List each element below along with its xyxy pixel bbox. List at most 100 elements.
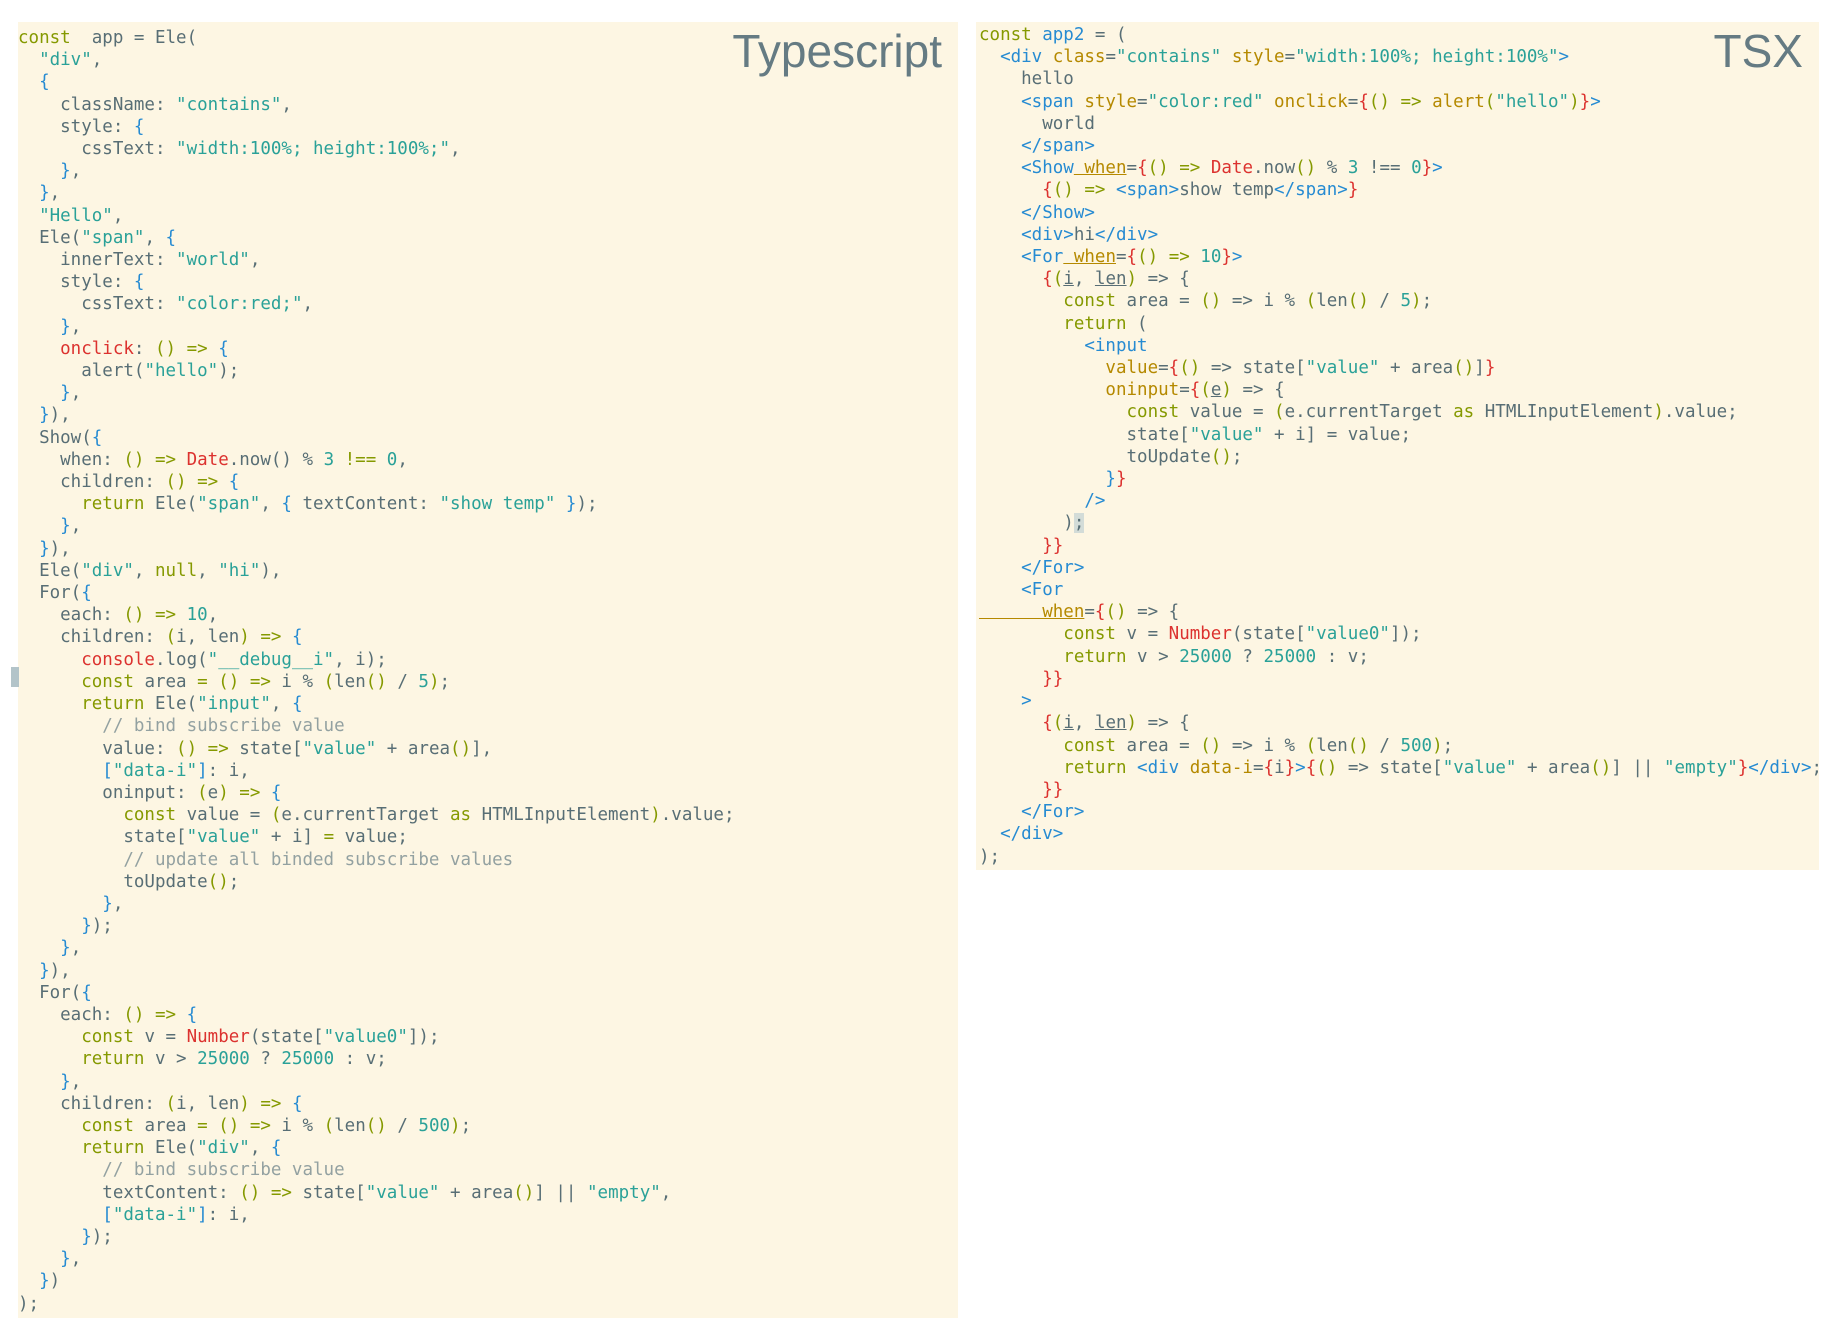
code-token: () <box>1316 757 1338 778</box>
code-token: { <box>91 427 103 448</box>
code-token: console <box>18 649 155 670</box>
code-token: , <box>133 560 155 581</box>
code-token: "input" <box>197 694 271 715</box>
code-token: } <box>1737 757 1749 778</box>
code-line: oninput={(e) => { <box>979 379 1819 401</box>
code-line: onclick: () => { <box>18 338 958 360</box>
code-token: alert <box>1421 91 1485 112</box>
tsx-code-pane[interactable]: TSX const app2 = ( <div class="contains"… <box>976 22 1819 870</box>
code-token: , <box>70 1249 82 1270</box>
code-token: Ele( <box>18 560 82 581</box>
code-token: } <box>1484 358 1496 379</box>
code-token: data-i <box>1179 757 1253 778</box>
code-token: , <box>249 1138 271 1159</box>
code-token: app = Ele( <box>70 28 198 48</box>
code-token: 3 <box>323 449 335 470</box>
code-token: "empty" <box>587 1182 661 1203</box>
code-token: = <box>1115 247 1127 268</box>
code-line: </For> <box>979 801 1819 823</box>
code-token: const <box>18 1115 134 1136</box>
code-line: toUpdate(); <box>979 446 1819 468</box>
code-token: () <box>1590 757 1612 778</box>
code-token: = <box>1137 91 1148 112</box>
code-token: innerText: <box>18 250 177 271</box>
code-token: value; <box>334 827 408 848</box>
code-line: each: () => 10, <box>18 604 958 626</box>
code-token: => <box>1158 247 1190 268</box>
code-token: return <box>18 1049 145 1070</box>
code-token: style: <box>18 272 134 293</box>
code-token: > <box>1295 757 1306 778</box>
code-token: { <box>165 227 177 248</box>
code-token: } <box>18 161 71 182</box>
code-token: state[ <box>291 1182 366 1203</box>
code-token: "color:red" <box>1147 91 1264 112</box>
code-token: children: <box>18 1093 166 1114</box>
code-token: Ele( <box>144 1138 198 1159</box>
code-token: } <box>18 516 71 537</box>
code-token: null <box>154 560 198 581</box>
code-token: ), <box>260 560 282 581</box>
code-token: // update all binded subscribe values <box>18 849 514 870</box>
code-token: () <box>1137 247 1159 268</box>
code-line: }, <box>18 937 958 959</box>
code-token: } <box>979 469 1116 490</box>
code-line: textContent: () => state["value" + area(… <box>18 1182 958 1204</box>
code-token: () <box>207 671 240 692</box>
code-token: : <box>133 338 155 359</box>
code-token: { <box>979 269 1053 290</box>
code-token: () <box>123 1004 145 1025</box>
code-token: { <box>133 272 145 293</box>
code-token: "value" <box>302 738 377 759</box>
code-token: { <box>260 782 282 803</box>
code-token: + area <box>376 738 451 759</box>
code-line: style: { <box>18 271 958 293</box>
code-token: 500 <box>418 1115 451 1136</box>
code-token: when: <box>18 449 124 470</box>
code-token: > <box>1558 47 1570 68</box>
code-token: "world" <box>176 250 250 271</box>
code-token: , <box>91 50 103 71</box>
code-token: (state[ <box>1231 624 1306 645</box>
code-line: ); <box>979 846 1819 868</box>
code-token: "__debug__i" <box>207 649 335 670</box>
code-token: const <box>18 671 134 692</box>
code-line: const area = () => i % (len() / 500); <box>18 1115 958 1137</box>
code-token: ], <box>471 738 493 759</box>
code-token: return <box>18 1138 145 1159</box>
code-token: } <box>1421 158 1433 179</box>
code-token: 25000 <box>281 1049 335 1070</box>
code-line: cssText: "width:100%; height:100%;", <box>18 138 958 160</box>
code-line: const v = Number(state["value0"]); <box>18 1026 958 1048</box>
code-token: i % <box>270 671 324 692</box>
code-token: / <box>1368 291 1401 312</box>
code-token: 3 <box>1347 158 1359 179</box>
code-token: "hello" <box>144 361 219 382</box>
code-token: </span> <box>1274 180 1348 201</box>
code-token: , <box>112 205 124 226</box>
code-token: = <box>197 671 208 692</box>
code-token: "width:100%; height:100%" <box>1295 47 1559 68</box>
code-token: } <box>1579 91 1591 112</box>
code-token: 25000 <box>1263 646 1317 667</box>
code-token: => <box>144 1004 177 1025</box>
code-token: } <box>18 960 50 981</box>
code-token: "value0" <box>1305 624 1390 645</box>
code-token: { <box>291 694 303 715</box>
code-line: }, <box>18 382 958 404</box>
code-line: <input <box>979 335 1819 357</box>
typescript-code-pane[interactable]: Typescript const app = Ele( "div", { cla… <box>18 22 958 1318</box>
code-token: : v; <box>1316 646 1369 667</box>
code-token: => <box>228 782 261 803</box>
code-line: return Ele("div", { <box>18 1137 958 1159</box>
code-line: }), <box>18 404 958 426</box>
code-token: ); <box>576 494 598 515</box>
code-token: => <box>1168 158 1201 179</box>
code-token: } <box>18 1071 71 1092</box>
code-line: ["data-i"]: i, <box>18 1204 958 1226</box>
code-token: </div> <box>979 824 1064 845</box>
code-token: ; <box>460 1115 472 1136</box>
code-token: ; <box>1231 446 1243 467</box>
code-token: len <box>334 671 366 692</box>
code-token: ( <box>1052 269 1064 290</box>
